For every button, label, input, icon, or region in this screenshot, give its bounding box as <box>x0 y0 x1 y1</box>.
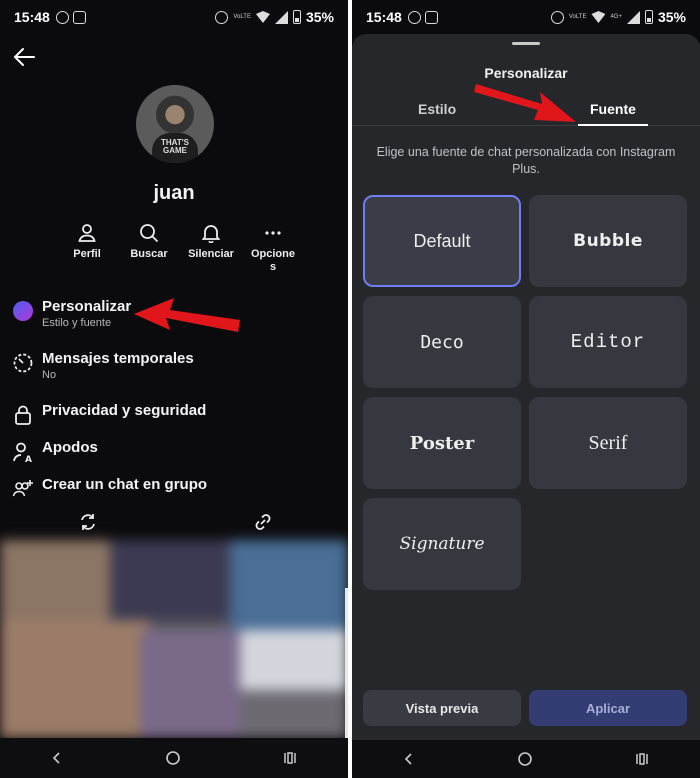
notification-icon <box>55 10 69 24</box>
active-tab-indicator <box>578 124 648 126</box>
font-option-editor[interactable]: Editor <box>529 296 687 388</box>
app-notification-icon <box>424 10 438 24</box>
avatar[interactable]: THAT'S GAME <box>136 85 214 163</box>
search-label: Buscar <box>130 248 168 260</box>
link-icon[interactable] <box>253 512 273 532</box>
profile-label: Perfil <box>73 248 101 260</box>
alarm-icon <box>215 10 229 24</box>
alarm-icon <box>550 10 564 24</box>
bell-icon <box>201 225 221 243</box>
drag-handle[interactable] <box>512 42 540 45</box>
battery-level: 35% <box>305 9 334 25</box>
app-notification-icon <box>72 10 86 24</box>
tab-font[interactable]: Fuente <box>590 101 636 117</box>
nav-recents-icon[interactable] <box>634 752 650 766</box>
menu-item-temporary-messages[interactable]: Mensajes temporales No <box>12 350 342 402</box>
font-option-deco[interactable]: Deco <box>363 296 521 388</box>
avatar-shirt-text: THAT'S GAME <box>161 138 189 155</box>
menu-item-title: Personalizar <box>42 298 132 315</box>
menu-item-title: Privacidad y seguridad <box>42 402 207 419</box>
sheet-actions: Vista previa Aplicar <box>363 690 689 726</box>
menu-item-subtitle: No <box>42 369 57 381</box>
status-bar: 15:48 VoLTE 4G+ 35% <box>352 0 700 34</box>
more-icon <box>265 231 281 235</box>
timer-icon <box>13 353 33 373</box>
lock-icon <box>15 405 31 425</box>
battery-level: 35% <box>657 9 686 25</box>
comparison-canvas: 15:48 VoLTE 35% THAT'S GAME juan Perfil … <box>0 0 700 778</box>
status-bar: 15:48 VoLTE 35% <box>0 0 348 34</box>
group-add-icon <box>12 480 33 497</box>
menu-item-title: Mensajes temporales <box>42 350 194 367</box>
sheet-title: Personalizar <box>484 65 568 81</box>
signal-icon <box>626 10 640 24</box>
mute-label: Silenciar <box>188 248 234 260</box>
status-time: 15:48 <box>14 9 50 25</box>
menu-item-title: Crear un chat en grupo <box>42 476 208 493</box>
signal-icon <box>274 10 288 24</box>
apply-button[interactable]: Aplicar <box>529 690 687 726</box>
tab-style[interactable]: Estilo <box>418 101 456 117</box>
status-time: 15:48 <box>366 9 402 25</box>
personalize-font-screen: 15:48 VoLTE 4G+ 35% Personalizar Estilo … <box>352 0 700 778</box>
options-button[interactable]: Opcione s <box>242 218 304 274</box>
nav-back-icon[interactable] <box>50 751 64 765</box>
volte-label: VoLTE <box>233 13 251 20</box>
menu-item-subtitle: Estilo y fuente <box>42 317 112 329</box>
nav-recents-icon[interactable] <box>282 751 298 765</box>
wifi-icon <box>255 11 270 23</box>
shared-media-grid[interactable] <box>0 540 348 738</box>
options-label: Opcione s <box>250 248 295 273</box>
network-label: 4G+ <box>610 13 622 20</box>
menu-item-privacy[interactable]: Privacidad y seguridad <box>12 402 342 439</box>
search-icon <box>140 224 159 243</box>
menu-item-title: Apodos <box>42 439 98 456</box>
profile-username: juan <box>153 182 195 204</box>
personalize-sheet: Personalizar Estilo Fuente Elige una fue… <box>352 34 700 740</box>
chat-settings-menu: Personalizar Estilo y fuente Mensajes tem… <box>12 298 342 513</box>
nav-home-icon[interactable] <box>165 750 181 766</box>
font-option-default[interactable]: Default <box>363 195 521 287</box>
chat-details-screen: 15:48 VoLTE 35% THAT'S GAME juan Perfil … <box>0 0 348 778</box>
font-option-serif[interactable]: Serif <box>529 397 687 489</box>
system-nav-bar <box>0 738 348 778</box>
scrollbar[interactable] <box>345 588 348 738</box>
profile-actions: Perfil Buscar Silenciar Opcione s <box>56 218 304 274</box>
search-button[interactable]: Buscar <box>118 218 180 274</box>
person-icon <box>78 224 96 242</box>
volte-label: VoLTE <box>568 13 587 20</box>
wifi-icon <box>591 11 606 23</box>
font-option-poster[interactable]: Poster <box>363 397 521 489</box>
refresh-icon[interactable] <box>78 512 98 532</box>
nav-back-icon[interactable] <box>402 752 416 766</box>
system-nav-bar <box>352 740 700 778</box>
nav-home-icon[interactable] <box>517 751 533 767</box>
battery-icon <box>644 10 653 24</box>
notification-icon <box>407 10 421 24</box>
personalize-tabs: Estilo Fuente <box>352 96 700 126</box>
preview-button[interactable]: Vista previa <box>363 690 521 726</box>
battery-icon <box>292 10 301 24</box>
font-option-bubble[interactable]: Bubble <box>529 195 687 287</box>
font-option-signature[interactable]: Signature <box>363 498 521 590</box>
svg-text:A: A <box>25 455 32 463</box>
shared-media-tabs <box>0 510 348 534</box>
theme-dot-icon <box>13 301 33 321</box>
profile-button[interactable]: Perfil <box>56 218 118 274</box>
menu-item-nicknames[interactable]: A Apodos <box>12 439 342 476</box>
menu-item-create-group[interactable]: Crear un chat en grupo <box>12 476 342 513</box>
font-description: Elige una fuente de chat personalizada c… <box>376 145 676 176</box>
nickname-icon: A <box>13 442 32 463</box>
back-arrow-icon[interactable] <box>12 46 36 68</box>
menu-item-personalize[interactable]: Personalizar Estilo y fuente <box>12 298 342 350</box>
mute-button[interactable]: Silenciar <box>180 218 242 274</box>
